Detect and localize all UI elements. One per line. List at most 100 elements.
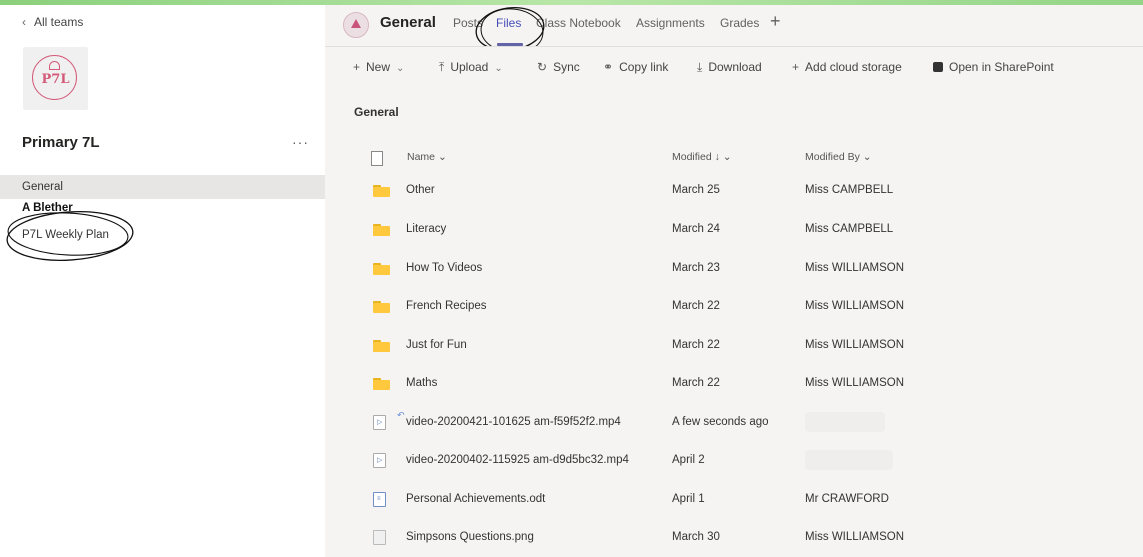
tab-class-notebook[interactable]: Class Notebook (536, 16, 621, 30)
video-file-icon: ▷ (373, 415, 386, 430)
new-label: New (366, 60, 391, 74)
team-logo: P7L (23, 47, 88, 110)
sync-button[interactable]: ↻ Sync (537, 60, 580, 74)
file-type-header-icon (371, 151, 383, 169)
modified-header-label: Modified (672, 151, 712, 163)
chevron-down-icon: ⌄ (396, 63, 405, 74)
download-button[interactable]: ⤓ Download (697, 60, 762, 75)
modified-column-header[interactable]: Modified ↓ ⌄ (672, 151, 732, 163)
new-button[interactable]: + New ⌄ (353, 60, 404, 74)
name-column-header[interactable]: Name ⌄ (407, 151, 447, 163)
add-cloud-label: Add cloud storage (805, 60, 902, 74)
all-teams-label: All teams (34, 15, 84, 29)
redacted-name-placeholder (805, 412, 885, 432)
channel-p7l-weekly-plan[interactable]: P7L Weekly Plan (0, 223, 325, 247)
modified-date: April 1 (672, 493, 705, 505)
tab-grades[interactable]: Grades (720, 16, 759, 30)
file-name[interactable]: Personal Achievements.odt (406, 493, 545, 505)
file-name[interactable]: How To Videos (406, 262, 482, 274)
modified-by: Mr CRAWFORD (805, 493, 889, 505)
table-row[interactable]: ▷ video-20200402-115925 am-d9d5bc32.mp4 … (325, 442, 1143, 480)
modified-by-column-header[interactable]: Modified By ⌄ (805, 151, 872, 163)
modified-date: March 25 (672, 184, 720, 196)
redacted-name-placeholder (805, 450, 893, 470)
file-name[interactable]: Maths (406, 377, 437, 389)
add-cloud-storage-button[interactable]: + Add cloud storage (792, 60, 902, 74)
tab-files[interactable]: Files (496, 16, 521, 30)
download-icon: ⤓ (697, 60, 703, 74)
channel-a-blether[interactable]: A Blether (0, 199, 325, 217)
chevron-down-icon: ⌄ (862, 151, 872, 163)
sidebar: ‹ All teams P7L Primary 7L ··· General A … (0, 5, 325, 557)
table-row[interactable]: Other March 25 Miss CAMPBELL (325, 172, 1143, 210)
upload-label: Upload (450, 60, 489, 74)
table-row[interactable]: Simpsons Questions.png March 30 Miss WIL… (325, 519, 1143, 557)
folder-icon (373, 185, 390, 197)
file-name[interactable]: video-20200421-101625 am-f59f52f2.mp4 (406, 416, 621, 428)
sync-label: Sync (553, 60, 580, 74)
table-row[interactable]: How To Videos March 23 Miss WILLIAMSON (325, 250, 1143, 288)
tab-posts[interactable]: Posts (453, 16, 483, 30)
team-name: Primary 7L (22, 134, 100, 151)
plus-icon: + (792, 60, 800, 74)
tab-assignments[interactable]: Assignments (636, 16, 705, 30)
file-name[interactable]: French Recipes (406, 300, 487, 312)
chevron-down-icon: ⌄ (494, 63, 503, 74)
table-row[interactable]: Literacy March 24 Miss CAMPBELL (325, 211, 1143, 249)
modified-by: Miss WILLIAMSON (805, 339, 905, 351)
main-panel: General Posts Files Class Notebook Assig… (325, 5, 1143, 557)
channel-avatar-icon (343, 12, 369, 38)
files-toolbar: + New ⌄ ⤒ Upload ⌄ ↻ Sync ⚭ Copy link ⤓ Downloa… (325, 46, 1143, 89)
modified-date: March 23 (672, 262, 720, 274)
video-file-icon: ▷ (373, 453, 386, 468)
modified-by: Miss WILLIAMSON (805, 377, 905, 389)
modified-by: Miss CAMPBELL (805, 223, 894, 235)
file-name[interactable]: Literacy (406, 223, 446, 235)
breadcrumb: General (354, 105, 399, 119)
file-name[interactable]: Simpsons Questions.png (406, 531, 534, 543)
more-options-icon[interactable]: ··· (292, 134, 309, 150)
channel-general[interactable]: General (0, 175, 325, 199)
table-row[interactable]: Just for Fun March 22 Miss WILLIAMSON (325, 327, 1143, 365)
modified-date: A few seconds ago (672, 416, 769, 428)
modified-by-header-label: Modified By (805, 151, 860, 163)
file-name[interactable]: Just for Fun (406, 339, 467, 351)
channel-header: General Posts Files Class Notebook Assig… (325, 5, 1143, 54)
all-teams-link[interactable]: ‹ All teams (22, 15, 83, 29)
chevron-down-icon: ⌄ (722, 151, 732, 163)
link-icon: ⚭ (603, 60, 614, 74)
channel-title: General (380, 14, 436, 31)
name-header-label: Name (407, 151, 436, 163)
logo-text: P7L (41, 72, 70, 87)
modified-by: Miss WILLIAMSON (805, 262, 905, 274)
table-row[interactable]: French Recipes March 22 Miss WILLIAMSON (325, 288, 1143, 326)
open-in-sharepoint-button[interactable]: Open in SharePoint (933, 60, 1054, 74)
file-name[interactable]: video-20200402-115925 am-d9d5bc32.mp4 (406, 454, 629, 466)
table-row[interactable]: ▷ ↶ video-20200421-101625 am-f59f52f2.mp… (325, 404, 1143, 442)
folder-icon (373, 378, 390, 390)
modified-by: Miss WILLIAMSON (805, 531, 905, 543)
modified-date: March 22 (672, 377, 720, 389)
folder-icon (373, 340, 390, 352)
modified-by: Miss CAMPBELL (805, 184, 894, 196)
upload-button[interactable]: ⤒ Upload ⌄ (439, 60, 503, 75)
table-row[interactable]: ≡ Personal Achievements.odt April 1 Mr C… (325, 481, 1143, 519)
folder-icon (373, 224, 390, 236)
table-row[interactable]: Maths March 22 Miss WILLIAMSON (325, 365, 1143, 403)
add-tab-icon[interactable]: + (770, 11, 781, 32)
copy-link-button[interactable]: ⚭ Copy link (603, 60, 668, 74)
chevron-down-icon: ⌄ (437, 151, 447, 163)
sync-icon: ↻ (537, 60, 548, 74)
copy-link-label: Copy link (619, 60, 669, 74)
image-file-icon (373, 530, 386, 545)
sort-down-icon: ↓ (714, 151, 720, 163)
download-label: Download (708, 60, 762, 74)
logo-hut-icon (49, 61, 60, 70)
open-sharepoint-label: Open in SharePoint (949, 60, 1054, 74)
upload-progress-icon: ↶ (397, 410, 405, 420)
file-name[interactable]: Other (406, 184, 435, 196)
chevron-left-icon: ‹ (22, 15, 26, 29)
modified-date: March 22 (672, 300, 720, 312)
document-file-icon: ≡ (373, 492, 386, 507)
modified-date: March 30 (672, 531, 720, 543)
